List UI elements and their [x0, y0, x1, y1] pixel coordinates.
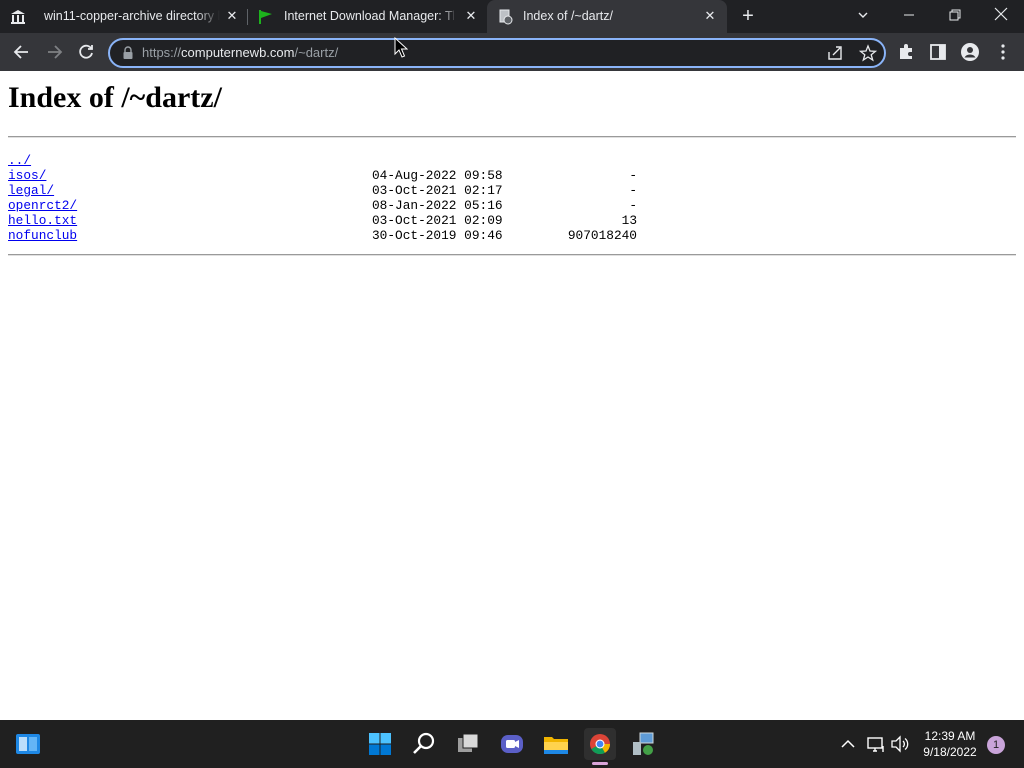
entry-link[interactable]: isos/: [8, 168, 46, 183]
tab-close-icon[interactable]: ✕: [463, 8, 479, 24]
divider: [8, 254, 1016, 256]
clock-time: 12:39 AM: [924, 729, 976, 743]
listing-row: ../: [8, 153, 648, 168]
entry-size: 13: [621, 213, 637, 228]
bookmark-star-icon[interactable]: [859, 44, 877, 62]
entry-link[interactable]: nofunclub: [8, 228, 77, 243]
entry-date: 03-Oct-2021 02:17: [372, 183, 503, 198]
show-hidden-icons-chevron-icon[interactable]: [838, 734, 858, 754]
widgets-icon[interactable]: [12, 728, 44, 760]
library-icon: [11, 10, 25, 24]
entry-date: 03-Oct-2021 02:09: [372, 213, 503, 228]
notification-badge[interactable]: 1: [987, 736, 1005, 754]
tab-close-icon[interactable]: ✕: [224, 8, 240, 24]
divider: [8, 136, 1016, 138]
listing-row: hello.txt 03-Oct-2021 02:09 13: [8, 213, 648, 228]
entry-link[interactable]: hello.txt: [8, 213, 77, 228]
tab-title: Internet Download Manager: The: [284, 9, 454, 23]
reload-icon[interactable]: [76, 42, 96, 62]
green-flag-icon: [259, 10, 272, 24]
extensions-icon[interactable]: [896, 42, 916, 62]
tab-title: Index of /~dartz/: [523, 9, 613, 23]
entry-size: -: [629, 183, 637, 198]
page-globe-icon: [499, 9, 513, 25]
entry-date: 08-Jan-2022 05:16: [372, 198, 503, 213]
forward-icon[interactable]: [44, 42, 64, 62]
windows-start-icon[interactable]: [364, 728, 396, 760]
network-icon[interactable]: [866, 734, 886, 754]
clock-date: 9/18/2022: [923, 745, 977, 759]
url-host: computernewb.com: [181, 45, 295, 60]
tab-index-of-dartz[interactable]: Index of /~dartz/ ✕: [487, 0, 727, 33]
tab-internet-download-manager[interactable]: Internet Download Manager: The ✕: [248, 0, 486, 33]
entry-size: 907018240: [567, 228, 637, 243]
listing-row: openrct2/ 08-Jan-2022 05:16 -: [8, 198, 648, 213]
url-path: /~dartz/: [294, 45, 339, 60]
share-icon[interactable]: [826, 44, 844, 62]
minimize-icon[interactable]: [895, 4, 923, 28]
menu-kebab-icon[interactable]: [993, 42, 1013, 62]
tab-title: win11-copper-archive directory li: [44, 9, 220, 23]
volume-icon[interactable]: [890, 734, 910, 754]
mouse-cursor-icon: [394, 37, 408, 58]
url-text[interactable]: https://computernewb.com/~dartz/: [142, 45, 338, 60]
file-explorer-icon[interactable]: [540, 728, 572, 760]
side-panel-icon[interactable]: [928, 42, 948, 62]
listing-row: isos/ 04-Aug-2022 09:58 -: [8, 168, 648, 183]
tab-search-chevron-icon[interactable]: [849, 4, 877, 28]
active-app-indicator: [592, 762, 608, 765]
url-scheme: https://: [142, 45, 182, 60]
chrome-taskbar-button[interactable]: [584, 728, 616, 760]
entry-size: -: [629, 198, 637, 213]
entry-date: 04-Aug-2022 09:58: [372, 168, 503, 183]
lock-icon[interactable]: [122, 46, 134, 60]
close-window-icon[interactable]: [987, 4, 1015, 28]
back-icon[interactable]: [12, 42, 32, 62]
listing-row: legal/ 03-Oct-2021 02:17 -: [8, 183, 648, 198]
task-view-icon[interactable]: [452, 728, 484, 760]
network-app-icon[interactable]: [628, 728, 660, 760]
listing-row: nofunclub 30-Oct-2019 09:46 907018240: [8, 228, 648, 243]
taskbar: 12:39 AM 9/18/2022: [0, 720, 1024, 768]
system-clock[interactable]: 12:39 AM 9/18/2022: [912, 728, 988, 760]
search-icon[interactable]: [408, 728, 440, 760]
entry-date: 30-Oct-2019 09:46: [372, 228, 503, 243]
profile-avatar-icon[interactable]: [960, 42, 980, 62]
page-title: Index of /~dartz/: [8, 81, 222, 114]
chat-icon[interactable]: [496, 728, 528, 760]
address-bar[interactable]: https://computernewb.com/~dartz/: [108, 38, 886, 68]
directory-listing: ../ isos/ 04-Aug-2022 09:58 - legal/ 03-…: [8, 153, 648, 243]
browser-toolbar: https://computernewb.com/~dartz/: [0, 33, 1024, 71]
new-tab-icon[interactable]: +: [738, 6, 758, 26]
restore-icon[interactable]: [941, 4, 969, 28]
chrome-icon: [590, 734, 611, 755]
entry-size: -: [629, 168, 637, 183]
entry-link[interactable]: openrct2/: [8, 198, 77, 213]
page-content: Index of /~dartz/ ../ isos/ 04-Aug-2022 …: [0, 71, 1024, 720]
entry-link[interactable]: ../: [8, 153, 31, 168]
tab-strip: win11-copper-archive directory li ✕ Inte…: [0, 0, 1024, 33]
entry-link[interactable]: legal/: [8, 183, 54, 198]
tab-close-icon[interactable]: ✕: [702, 8, 718, 24]
tab-win11-archive[interactable]: win11-copper-archive directory li ✕: [0, 0, 246, 33]
